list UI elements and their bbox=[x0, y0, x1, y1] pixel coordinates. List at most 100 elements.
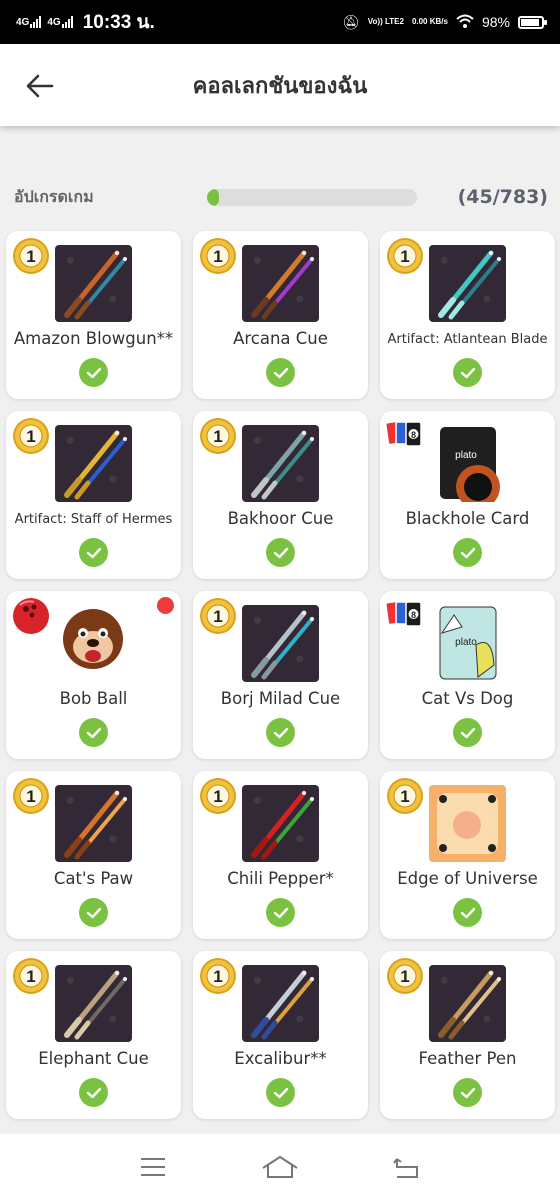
check-icon bbox=[266, 718, 295, 747]
collection-item-card[interactable]: 1 Edge of Universe bbox=[380, 771, 555, 939]
item-name: Feather Pen bbox=[418, 1049, 517, 1068]
bakhoor-cue-icon bbox=[242, 425, 319, 502]
check-icon bbox=[79, 898, 108, 927]
collection-item-card[interactable]: 1 Elephant Cue bbox=[6, 951, 181, 1119]
item-name: Excalibur** bbox=[234, 1049, 327, 1068]
coin-badge-icon: 1 bbox=[386, 777, 424, 815]
back-icon[interactable] bbox=[387, 1152, 427, 1182]
edge-of-universe-table-icon bbox=[429, 785, 506, 862]
coin-badge-icon: 1 bbox=[199, 777, 237, 815]
coin-badge-icon: 1 bbox=[199, 957, 237, 995]
chili-pepper-cue-icon bbox=[242, 785, 319, 862]
uno-cards-badge-icon: 8 bbox=[385, 419, 424, 451]
menu-icon[interactable] bbox=[133, 1152, 173, 1182]
coin-badge-icon: 1 bbox=[386, 237, 424, 275]
collection-item-card[interactable]: 1 Amazon Blowgun** bbox=[6, 231, 181, 399]
item-name: Chili Pepper* bbox=[227, 869, 334, 888]
arrow-left-icon[interactable] bbox=[22, 68, 58, 104]
svg-text:8: 8 bbox=[411, 610, 416, 620]
check-icon bbox=[453, 538, 482, 567]
coin-badge-icon: 1 bbox=[12, 957, 50, 995]
svg-text:1: 1 bbox=[26, 967, 35, 986]
item-name: Blackhole Card bbox=[405, 509, 530, 528]
coin-badge-icon: 1 bbox=[386, 957, 424, 995]
svg-text:1: 1 bbox=[26, 787, 35, 806]
svg-text:1: 1 bbox=[213, 787, 222, 806]
check-icon bbox=[453, 718, 482, 747]
wifi-icon bbox=[456, 14, 474, 31]
upgrade-progress-bar bbox=[207, 189, 417, 206]
collection-item-card[interactable]: Bob Ball bbox=[6, 591, 181, 759]
coin-badge-icon: 1 bbox=[12, 237, 50, 275]
check-icon bbox=[453, 358, 482, 387]
item-name: Cat's Paw bbox=[53, 869, 134, 888]
plato-blackhole-card-icon: plato bbox=[428, 425, 506, 502]
battery-percent: 98% bbox=[481, 14, 510, 30]
clock: 10:33 น. bbox=[82, 12, 155, 33]
svg-text:1: 1 bbox=[213, 967, 222, 986]
bowling-ball-badge-icon bbox=[12, 597, 50, 635]
cats-paw-cue-icon bbox=[55, 785, 132, 862]
page-title: คอลเลกชันของฉัน bbox=[192, 73, 368, 99]
arcana-cue-icon bbox=[242, 245, 319, 322]
coin-badge-icon: 1 bbox=[199, 237, 237, 275]
collection-item-card[interactable]: 8 plato Blackhole Card bbox=[380, 411, 555, 579]
upgrade-progress-section: อัปเกรดเกม (45/783) bbox=[0, 172, 560, 222]
item-name: Artifact: Staff of Hermes bbox=[14, 512, 173, 527]
collection-item-card[interactable]: 8 plato Cat Vs Dog bbox=[380, 591, 555, 759]
collection-item-card[interactable]: 1 Artifact: Staff of Hermes bbox=[6, 411, 181, 579]
mute-icon: 🔕︎ bbox=[342, 13, 360, 30]
svg-text:1: 1 bbox=[26, 427, 35, 446]
system-nav-bar bbox=[0, 1134, 560, 1200]
check-icon bbox=[266, 538, 295, 567]
atlantean-blade-icon bbox=[429, 245, 506, 322]
status-bar: 4G 4G 10:33 น. 🔕︎ Vo)) LTE2 0.00 KB/s 98… bbox=[0, 0, 560, 44]
feather-pen-cue-icon bbox=[429, 965, 506, 1042]
collection-item-card[interactable]: 1 Feather Pen bbox=[380, 951, 555, 1119]
check-icon bbox=[79, 1078, 108, 1107]
collection-item-card[interactable]: 1 Artifact: Atlantean Blade bbox=[380, 231, 555, 399]
collection-item-card[interactable]: 1 Cat's Paw bbox=[6, 771, 181, 939]
item-name: Bob Ball bbox=[59, 689, 128, 708]
item-name: Arcana Cue bbox=[233, 329, 328, 348]
borj-milad-cue-icon bbox=[242, 605, 319, 682]
svg-text:1: 1 bbox=[213, 607, 222, 626]
collection-item-card[interactable]: 1 Excalibur** bbox=[193, 951, 368, 1119]
svg-text:8: 8 bbox=[411, 430, 416, 440]
uno-cards-badge-icon: 8 bbox=[385, 599, 424, 631]
svg-text:1: 1 bbox=[400, 787, 409, 806]
check-icon bbox=[79, 358, 108, 387]
svg-text:plato: plato bbox=[455, 450, 477, 461]
item-name: Cat Vs Dog bbox=[421, 689, 514, 708]
battery-icon bbox=[518, 15, 547, 29]
item-name: Amazon Blowgun** bbox=[13, 329, 174, 348]
coin-badge-icon: 1 bbox=[199, 597, 237, 635]
check-icon bbox=[266, 898, 295, 927]
blowgun-cue-icon bbox=[55, 245, 132, 322]
volte-indicator: Vo)) LTE2 bbox=[367, 17, 404, 26]
svg-text:plato: plato bbox=[455, 637, 477, 648]
check-icon bbox=[453, 1078, 482, 1107]
collection-item-card[interactable]: 1 Arcana Cue bbox=[193, 231, 368, 399]
item-name: Bakhoor Cue bbox=[227, 509, 334, 528]
item-name: Borj Milad Cue bbox=[220, 689, 341, 708]
item-name: Elephant Cue bbox=[38, 1049, 149, 1068]
plato-cat-vs-dog-card-icon: plato bbox=[428, 605, 506, 682]
collection-item-card[interactable]: 1 Borj Milad Cue bbox=[193, 591, 368, 759]
collection-item-card[interactable]: 1 Bakhoor Cue bbox=[193, 411, 368, 579]
upgrade-count: (45/783) bbox=[457, 186, 548, 208]
network-speed: 0.00 KB/s bbox=[411, 17, 448, 26]
svg-text:1: 1 bbox=[213, 427, 222, 446]
item-name: Edge of Universe bbox=[397, 869, 538, 888]
svg-text:1: 1 bbox=[26, 247, 35, 266]
coin-badge-icon: 1 bbox=[12, 417, 50, 455]
svg-text:1: 1 bbox=[400, 247, 409, 266]
check-icon bbox=[79, 538, 108, 567]
new-item-dot bbox=[157, 597, 174, 614]
collection-grid: 1 Amazon Blowgun** 1 Arcana Cue 1 Artifact… bbox=[6, 231, 555, 1119]
bob-ball-icon bbox=[61, 607, 125, 671]
home-icon[interactable] bbox=[260, 1152, 300, 1182]
coin-badge-icon: 1 bbox=[199, 417, 237, 455]
app-bar: คอลเลกชันของฉัน bbox=[0, 44, 560, 126]
collection-item-card[interactable]: 1 Chili Pepper* bbox=[193, 771, 368, 939]
